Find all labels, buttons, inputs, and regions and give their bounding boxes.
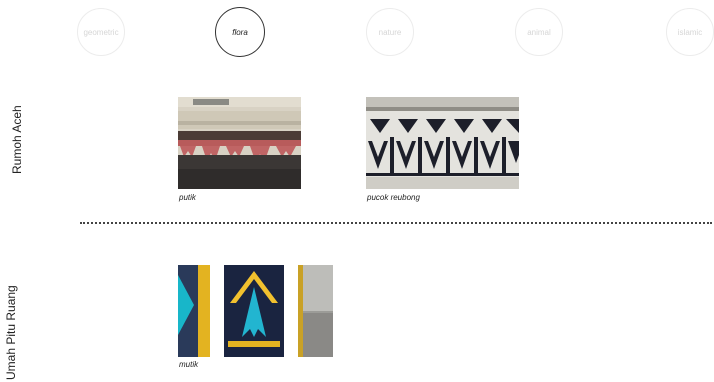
filter-islamic[interactable]: islamic (666, 8, 714, 56)
filter-islamic-label: islamic (677, 27, 703, 37)
filter-flora-label: flora (232, 27, 248, 37)
filter-animal-label: animal (527, 27, 551, 37)
row-label-rumoh-aceh: Rumoh Aceh (10, 105, 24, 174)
photo-pucok-reubong[interactable] (366, 97, 519, 189)
filter-geometric-label: geometric (83, 27, 119, 37)
filter-nature[interactable]: nature (366, 8, 414, 56)
photo-putik[interactable] (178, 97, 301, 189)
row-divider (80, 222, 712, 224)
filter-flora[interactable]: flora (215, 7, 265, 57)
filter-geometric[interactable]: geometric (77, 8, 125, 56)
row-label-umah-pitu-ruang: Umah Pitu Ruang (4, 285, 18, 380)
filter-animal[interactable]: animal (515, 8, 563, 56)
filter-nature-label: nature (378, 27, 402, 37)
caption-pucok-reubong: pucok reubong (367, 193, 420, 202)
photo-mutik[interactable] (178, 265, 333, 357)
caption-mutik: mutik (179, 360, 199, 369)
caption-putik: putik (179, 193, 196, 202)
